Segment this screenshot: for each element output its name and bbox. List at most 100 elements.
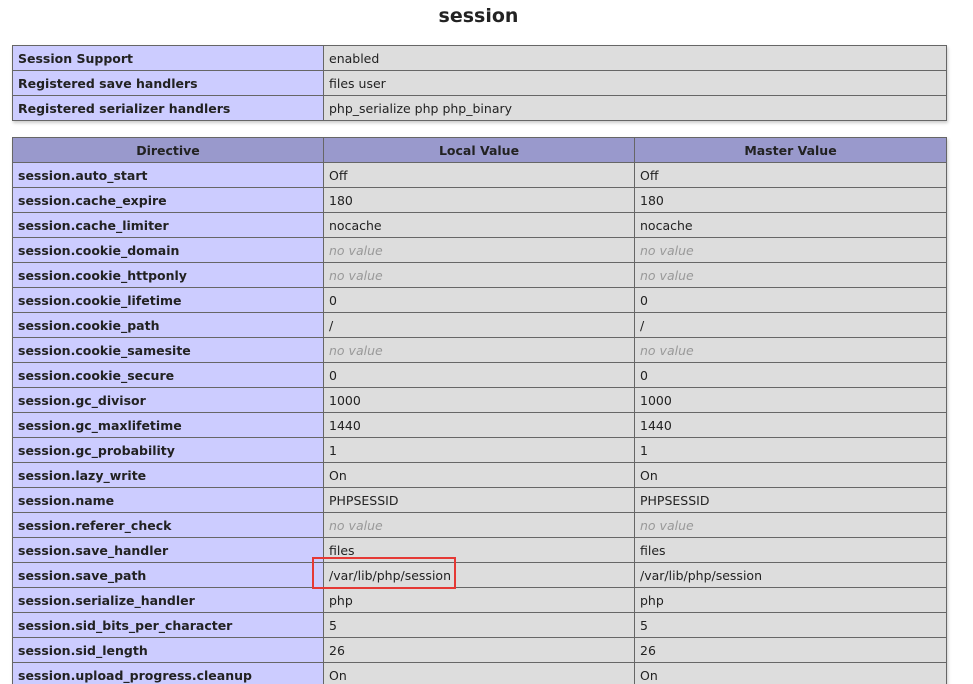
local-value: php xyxy=(323,587,635,613)
master-value: no value xyxy=(634,262,947,288)
master-value: On xyxy=(634,662,947,684)
local-value: 26 xyxy=(323,637,635,663)
local-value: no value xyxy=(323,512,635,538)
info-value: files user xyxy=(323,70,947,96)
local-value: no value xyxy=(323,262,635,288)
local-value: files xyxy=(323,537,635,563)
master-value: php xyxy=(634,587,947,613)
directive-name: session.cookie_samesite xyxy=(12,337,324,363)
local-value: 0 xyxy=(323,362,635,388)
master-value: 26 xyxy=(634,637,947,663)
master-value: files xyxy=(634,537,947,563)
table-row: session.cookie_httponly no value no value xyxy=(12,262,947,288)
master-value: nocache xyxy=(634,212,947,238)
info-label: Session Support xyxy=(12,45,324,71)
no-value-text: no value xyxy=(640,267,694,283)
info-row: Session Support enabled xyxy=(12,45,947,71)
header-master-value: Master Value xyxy=(634,137,947,163)
directive-name: session.name xyxy=(12,487,324,513)
no-value-text: no value xyxy=(640,342,694,358)
directive-name: session.gc_maxlifetime xyxy=(12,412,324,438)
master-value: 1440 xyxy=(634,412,947,438)
directive-name: session.auto_start xyxy=(12,162,324,188)
master-value: /var/lib/php/session xyxy=(634,562,947,588)
directive-name: session.serialize_handler xyxy=(12,587,324,613)
directive-name: session.save_path xyxy=(12,562,324,588)
directive-name: session.upload_progress.cleanup xyxy=(12,662,324,684)
local-value: 5 xyxy=(323,612,635,638)
table-row: session.auto_start Off Off xyxy=(12,162,947,188)
local-value: PHPSESSID xyxy=(323,487,635,513)
directive-name: session.gc_probability xyxy=(12,437,324,463)
directive-name: session.cookie_path xyxy=(12,312,324,338)
directive-name: session.cookie_lifetime xyxy=(12,287,324,313)
session-directives-table: Directive Local Value Master Value sessi… xyxy=(12,137,947,684)
table-row: session.lazy_write On On xyxy=(12,462,947,488)
info-value: enabled xyxy=(323,45,947,71)
directive-name: session.sid_bits_per_character xyxy=(12,612,324,638)
local-value: 180 xyxy=(323,187,635,213)
session-info-table: Session Support enabled Registered save ha… xyxy=(12,45,947,121)
local-value-highlighted: /var/lib/php/session xyxy=(323,562,635,588)
master-value: / xyxy=(634,312,947,338)
phpinfo-page: session Session Support enabled Registered… xyxy=(0,0,973,684)
table-row: session.save_handler files files xyxy=(12,537,947,563)
local-value: no value xyxy=(323,237,635,263)
table-row: session.cookie_lifetime 0 0 xyxy=(12,287,947,313)
master-value: 5 xyxy=(634,612,947,638)
table-row: session.serialize_handler php php xyxy=(12,587,947,613)
directive-name: session.save_handler xyxy=(12,537,324,563)
no-value-text: no value xyxy=(329,267,383,283)
table-row: session.cookie_domain no value no value xyxy=(12,237,947,263)
master-value: 0 xyxy=(634,287,947,313)
master-value: On xyxy=(634,462,947,488)
table-row: session.sid_length 26 26 xyxy=(12,637,947,663)
table-row: session.referer_check no value no value xyxy=(12,512,947,538)
local-value: 1 xyxy=(323,437,635,463)
table-row: session.cache_limiter nocache nocache xyxy=(12,212,947,238)
table-row: session.cookie_path / / xyxy=(12,312,947,338)
info-value: php_serialize php php_binary xyxy=(323,95,947,121)
info-label: Registered save handlers xyxy=(12,70,324,96)
no-value-text: no value xyxy=(329,342,383,358)
master-value: 180 xyxy=(634,187,947,213)
table-row: session.cookie_samesite no value no value xyxy=(12,337,947,363)
local-value: no value xyxy=(323,337,635,363)
header-local-value: Local Value xyxy=(323,137,635,163)
table-row: session.name PHPSESSID PHPSESSID xyxy=(12,487,947,513)
section-title: session xyxy=(438,5,519,27)
directive-name: session.gc_divisor xyxy=(12,387,324,413)
directive-name: session.cache_expire xyxy=(12,187,324,213)
table-row: session.cache_expire 180 180 xyxy=(12,187,947,213)
header-directive: Directive xyxy=(12,137,324,163)
master-value: 1 xyxy=(634,437,947,463)
info-row: Registered save handlers files user xyxy=(12,70,947,96)
directive-name: session.cache_limiter xyxy=(12,212,324,238)
directive-name: session.cookie_httponly xyxy=(12,262,324,288)
master-value: no value xyxy=(634,237,947,263)
local-value: nocache xyxy=(323,212,635,238)
master-value: Off xyxy=(634,162,947,188)
no-value-text: no value xyxy=(329,242,383,258)
master-value: 0 xyxy=(634,362,947,388)
directive-name: session.referer_check xyxy=(12,512,324,538)
no-value-text: no value xyxy=(329,517,383,533)
directive-name: session.cookie_secure xyxy=(12,362,324,388)
local-value: / xyxy=(323,312,635,338)
master-value: 1000 xyxy=(634,387,947,413)
table-row: session.gc_probability 1 1 xyxy=(12,437,947,463)
info-row: Registered serializer handlers php_serial… xyxy=(12,95,947,121)
no-value-text: no value xyxy=(640,242,694,258)
directive-name: session.sid_length xyxy=(12,637,324,663)
local-value: 0 xyxy=(323,287,635,313)
master-value: no value xyxy=(634,337,947,363)
local-value: On xyxy=(323,662,635,684)
master-value: no value xyxy=(634,512,947,538)
local-value: 1000 xyxy=(323,387,635,413)
table-row: session.sid_bits_per_character 5 5 xyxy=(12,612,947,638)
local-value: Off xyxy=(323,162,635,188)
table-row: session.save_path/var/lib/php/session/va… xyxy=(12,562,947,588)
table-row: session.gc_divisor 1000 1000 xyxy=(12,387,947,413)
directive-name: session.lazy_write xyxy=(12,462,324,488)
local-value: On xyxy=(323,462,635,488)
